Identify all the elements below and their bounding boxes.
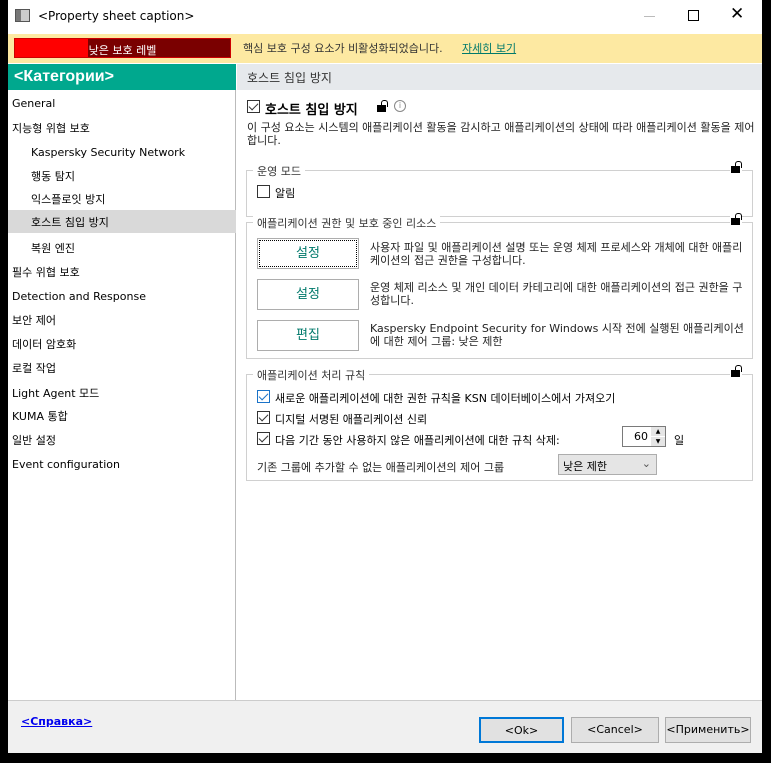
sidebar-item[interactable]: 지능형 위협 보호 — [8, 116, 236, 139]
control-group-description: Kaspersky Endpoint Security for Windows … — [370, 322, 744, 348]
ksn-rules-checkbox[interactable] — [257, 390, 270, 403]
component-enable-checkbox[interactable] — [247, 100, 260, 113]
protection-level-badge: 낮은 보호 레벨 — [14, 38, 231, 58]
rules-group: 애플리케이션 처리 규칙 새로운 애플리케이션에 대한 권한 규칙을 KSN 데… — [246, 365, 753, 481]
sidebar-item[interactable]: 보안 제어 — [8, 308, 236, 331]
ok-button[interactable]: <Ok> — [479, 717, 564, 743]
category-sidebar: <Категории> General 지능형 위협 보호 Kaspersky Se… — [8, 64, 236, 700]
stepper-down-icon[interactable]: ▼ — [651, 437, 665, 446]
sidebar-header: <Категории> — [8, 64, 236, 90]
trust-signed-checkbox[interactable] — [257, 411, 270, 424]
lock-icon[interactable] — [376, 100, 388, 112]
control-group-label: 기존 그룹에 추가할 수 없는 애플리케이션의 제어 그룹 — [257, 461, 505, 474]
minimize-button[interactable] — [644, 16, 655, 17]
resource-rights-settings-button[interactable]: 설정 — [257, 279, 359, 310]
main-panel: 호스트 침입 방지 호스트 침입 방지 i 이 구성 요소는 시스템의 애플리케… — [237, 64, 762, 700]
sidebar-item[interactable]: General — [8, 93, 236, 116]
window-title: <Property sheet caption> — [38, 9, 195, 23]
sidebar-item[interactable]: 호스트 침입 방지 — [8, 210, 236, 233]
file-rights-settings-button[interactable]: 설정 — [257, 238, 359, 269]
status-banner: 낮은 보호 레벨 핵심 보호 구성 요소가 비활성화되었습니다. 자세히 보기 — [8, 34, 762, 63]
stepper-up-icon[interactable]: ▲ — [651, 427, 665, 436]
rights-group: 애플리케이션 권한 및 보호 중인 리소스 설정 사용자 파일 및 애플리케이션… — [246, 213, 753, 359]
trust-signed-label: 디지털 서명된 애플리케이션 신뢰 — [275, 413, 428, 426]
days-unit: 일 — [674, 434, 685, 447]
sidebar-item[interactable]: 행동 탐지 — [8, 164, 236, 187]
property-sheet-window: <Property sheet caption> ✕ 낮은 보호 레벨 핵심 보… — [8, 0, 762, 753]
days-stepper[interactable]: 60 ▲ ▼ — [622, 426, 666, 447]
close-button[interactable]: ✕ — [730, 4, 744, 24]
alert-label: 알림 — [275, 187, 296, 200]
details-link[interactable]: 자세히 보기 — [462, 40, 516, 56]
lock-icon[interactable] — [730, 161, 742, 173]
file-rights-description: 사용자 파일 및 애플리케이션 설명 또는 운영 체제 프로세스와 개체에 대한… — [370, 241, 743, 267]
rules-group-title: 애플리케이션 처리 규칙 — [253, 367, 370, 383]
mode-group: 운영 모드 알림 — [246, 161, 753, 217]
control-group-value: 낮은 제한 — [563, 460, 607, 473]
sidebar-item[interactable]: 일반 설정 — [8, 428, 236, 451]
delete-rules-checkbox[interactable] — [257, 432, 270, 445]
page-title: 호스트 침입 방지 — [237, 64, 762, 90]
banner-message: 핵심 보호 구성 요소가 비활성화되었습니다. — [243, 42, 443, 55]
ksn-rules-label: 새로운 애플리케이션에 대한 권한 규칙을 KSN 데이터베이스에서 가져오기 — [275, 392, 616, 405]
sidebar-item[interactable]: 데이터 암호화 — [8, 332, 236, 355]
sidebar-item[interactable]: Kaspersky Security Network — [8, 142, 236, 165]
component-description: 이 구성 요소는 시스템의 애플리케이션 활동을 감시하고 애플리케이션의 상태… — [247, 121, 755, 147]
sidebar-item[interactable]: 필수 위협 보호 — [8, 260, 236, 283]
chevron-down-icon: ⌄ — [641, 457, 651, 470]
control-group-select[interactable]: 낮은 제한 ⌄ — [558, 454, 657, 475]
info-icon[interactable]: i — [394, 100, 406, 112]
lock-icon[interactable] — [730, 365, 742, 377]
rights-group-title: 애플리케이션 권한 및 보호 중인 리소스 — [253, 215, 441, 231]
sidebar-item[interactable]: 로컬 작업 — [8, 356, 236, 379]
apply-button[interactable]: <Применить> — [665, 717, 751, 743]
footer: <Справка> <Ok> <Cancel> <Применить> — [8, 700, 762, 753]
component-label: 호스트 침입 방지 — [265, 103, 358, 118]
sidebar-item[interactable]: 익스플로잇 방지 — [8, 187, 236, 210]
sidebar-item[interactable]: Event configuration — [8, 454, 236, 477]
title-bar: <Property sheet caption> ✕ — [8, 0, 762, 34]
cancel-button[interactable]: <Cancel> — [571, 717, 659, 743]
mode-group-title: 운영 모드 — [253, 163, 305, 179]
sidebar-item[interactable]: 복원 엔진 — [8, 236, 236, 259]
sidebar-item[interactable]: Light Agent 모드 — [8, 381, 236, 404]
maximize-button[interactable] — [688, 10, 699, 21]
help-link[interactable]: <Справка> — [21, 715, 92, 728]
sidebar-item[interactable]: Detection and Response — [8, 286, 236, 309]
delete-rules-label: 다음 기간 동안 사용하지 않은 애플리케이션에 대한 규칙 삭제: — [275, 434, 560, 447]
control-group-edit-button[interactable]: 편집 — [257, 320, 359, 351]
lock-icon[interactable] — [730, 213, 742, 225]
alert-checkbox[interactable] — [257, 185, 270, 198]
sidebar-item[interactable]: KUMA 통합 — [8, 404, 236, 427]
days-value[interactable]: 60 — [634, 430, 648, 443]
resource-rights-description: 운영 체제 리소스 및 개인 데이터 카테고리에 대한 애플리케이션의 접근 권… — [370, 281, 743, 307]
app-icon — [15, 9, 30, 22]
